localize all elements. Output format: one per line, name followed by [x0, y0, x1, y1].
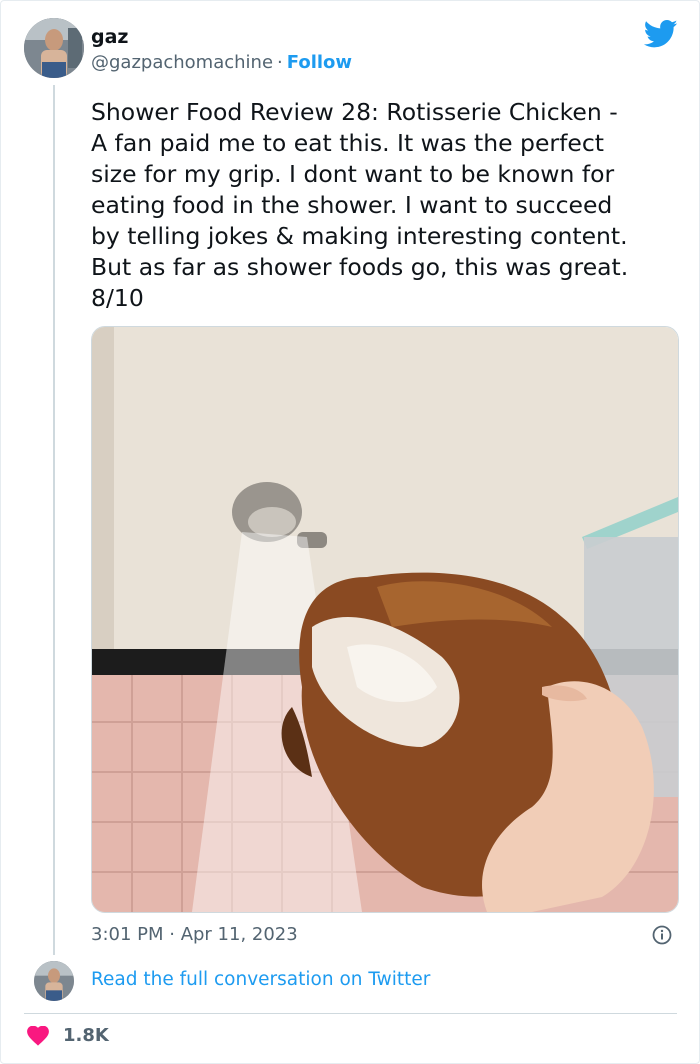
read-conversation-link[interactable]: Read the full conversation on Twitter — [91, 969, 430, 990]
reply-avatar[interactable] — [34, 961, 74, 1001]
heart-icon — [27, 1025, 49, 1046]
divider — [24, 1013, 677, 1014]
tweet-text: Shower Food Review 28: Rotisserie Chicke… — [91, 98, 629, 312]
thread-line — [53, 85, 55, 955]
follow-button[interactable]: Follow — [287, 52, 352, 73]
info-icon[interactable] — [652, 925, 672, 945]
tweet-card: gaz @gazpachomachine · Follow Shower Food … — [0, 0, 700, 1064]
twitter-bird-icon[interactable] — [644, 19, 678, 49]
like-count: 1.8K — [63, 1025, 109, 1046]
author-name[interactable]: gaz — [91, 26, 128, 48]
tweet-timestamp[interactable]: 3:01 PM · Apr 11, 2023 — [91, 924, 298, 945]
avatar[interactable] — [24, 18, 84, 78]
author-handle-row: @gazpachomachine · Follow — [91, 52, 352, 73]
tweet-photo[interactable] — [91, 326, 679, 913]
author-handle[interactable]: @gazpachomachine — [91, 52, 273, 73]
separator: · — [277, 52, 283, 73]
like-button[interactable]: 1.8K — [27, 1025, 109, 1046]
